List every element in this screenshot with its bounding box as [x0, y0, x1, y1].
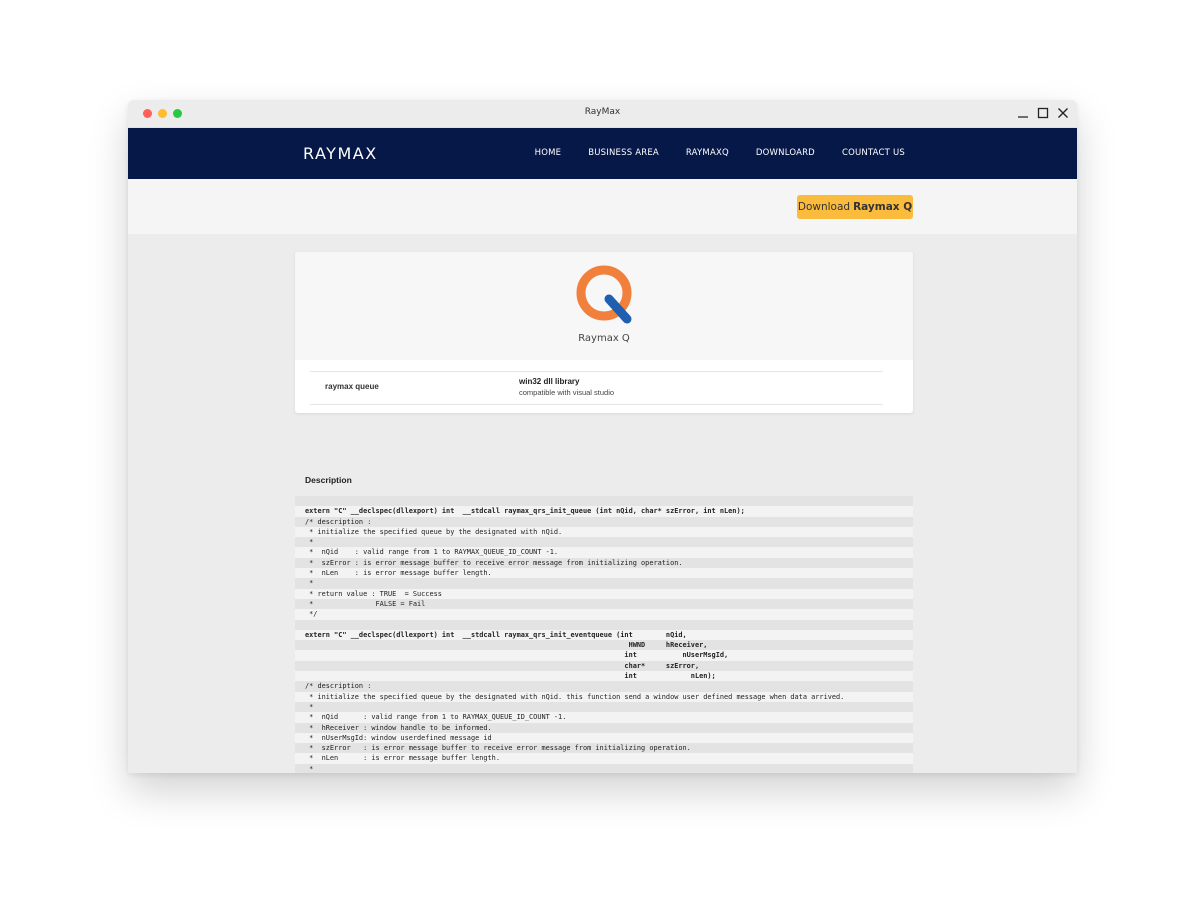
spec-value-desc: compatible with visual studio [519, 388, 615, 397]
code-line: char* szError, [295, 660, 913, 672]
code-line: * FALSE = Fail [295, 598, 913, 610]
code-line: * szError : is error message buffer to r… [295, 743, 913, 754]
code-line: * nQid : valid range from 1 to RAYMAX_QU… [295, 712, 913, 723]
code-block: extern "C" __declspec(dllexport) int __s… [295, 496, 913, 773]
minimize-icon[interactable] [1016, 106, 1030, 120]
site-navbar: RAYMAX HOME BUSINESS AREA RAYMAXQ DOWNLO… [128, 128, 1077, 179]
product-card-header: Raymax Q [295, 252, 913, 360]
code-line: int nUserMsgId, [295, 650, 913, 661]
code-line: */ [295, 609, 913, 620]
code-line: /* description : [295, 516, 913, 527]
code-line [295, 496, 913, 507]
close-icon[interactable] [1056, 106, 1070, 120]
product-name: Raymax Q [578, 333, 630, 344]
spec-key: raymax queue [325, 382, 379, 391]
raymax-q-logo-icon [576, 265, 632, 324]
spec-value-title: win32 dll library [519, 377, 580, 386]
code-line: * nUserMsgId: window userdefined message… [295, 732, 913, 744]
code-line: * [295, 701, 913, 713]
nav-home[interactable]: HOME [535, 148, 562, 158]
code-line: * [295, 578, 913, 589]
code-line: extern "C" __declspec(dllexport) int __s… [295, 506, 913, 517]
nav-raymaxq[interactable]: RAYMAXQ [686, 148, 729, 158]
maximize-icon[interactable] [1036, 106, 1050, 120]
code-line: * hReceiver : window handle to be inform… [295, 722, 913, 733]
browser-window: RayMax RAYMAX HOME BUSINESS AREA RAYMAXQ… [128, 100, 1077, 773]
code-line: * nLen : is error message buffer length. [295, 753, 913, 764]
code-line [295, 619, 913, 630]
code-line: * initialize the specified queue by the … [295, 691, 913, 702]
code-line: /* description : [295, 681, 913, 692]
code-line: * [295, 537, 913, 548]
spec-row: raymax queue win32 dll library compatibl… [310, 371, 883, 405]
description-heading: Description [305, 475, 352, 485]
download-button-prefix: Download [797, 201, 851, 213]
download-button-product: Raymax Q [853, 201, 913, 213]
code-line: HWND hReceiver, [295, 640, 913, 651]
code-line: int nLen); [295, 671, 913, 682]
site-logo[interactable]: RAYMAX [303, 144, 378, 163]
nav-business-area[interactable]: BUSINESS AREA [588, 148, 659, 158]
code-line: * [295, 763, 913, 773]
main-nav: HOME BUSINESS AREA RAYMAXQ DOWNLOARD COU… [508, 148, 905, 158]
title-bar: RayMax [128, 100, 1077, 128]
code-line: extern "C" __declspec(dllexport) int __s… [295, 629, 913, 641]
code-line: * return value : TRUE = Success [295, 588, 913, 599]
hero-bar: Download Raymax Q [128, 179, 1077, 234]
code-line: * nLen : is error message buffer length. [295, 568, 913, 579]
nav-contact-us[interactable]: COUNTACT US [842, 148, 905, 158]
window-title: RayMax [584, 107, 621, 117]
product-card: Raymax Q raymax queue win32 dll library … [295, 252, 913, 413]
code-line: * initialize the specified queue by the … [295, 526, 913, 538]
code-line: * nQid : valid range from 1 to RAYMAX_QU… [295, 547, 913, 558]
code-line: * szError : is error message buffer to r… [295, 557, 913, 569]
nav-download[interactable]: DOWNLOARD [756, 148, 815, 158]
download-button[interactable]: Download Raymax Q [797, 195, 913, 219]
